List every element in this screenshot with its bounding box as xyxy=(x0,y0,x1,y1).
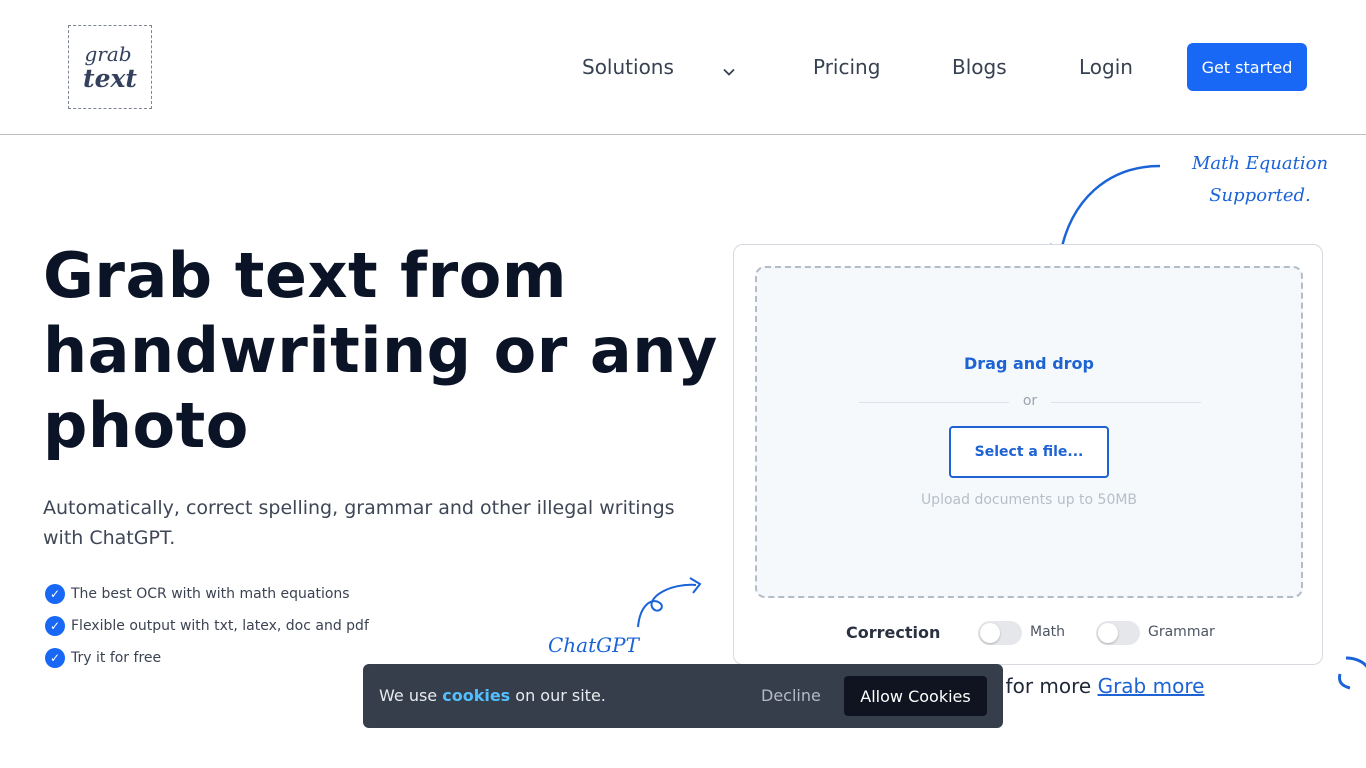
divider-line xyxy=(1051,402,1201,403)
drag-and-drop-label: Drag and drop xyxy=(964,354,1094,373)
select-file-button[interactable]: Select a file... xyxy=(949,426,1109,478)
get-started-button[interactable]: Get started xyxy=(1187,43,1307,91)
or-divider: or xyxy=(859,393,1201,413)
grammar-toggle[interactable] xyxy=(1096,621,1140,645)
upload-card: Drag and drop or Select a file... Upload… xyxy=(733,244,1323,665)
feature-text: Flexible output with txt, latex, doc and… xyxy=(71,618,369,634)
cookie-message: We use cookies on our site. xyxy=(379,686,606,705)
math-note-line1: Math Equation xyxy=(1191,153,1329,174)
nav-blogs[interactable]: Blogs xyxy=(952,0,1007,134)
check-icon: ✓ xyxy=(45,648,65,668)
cookie-suffix: on our site. xyxy=(510,686,606,705)
nav-solutions-label: Solutions xyxy=(582,55,674,79)
check-icon: ✓ xyxy=(45,584,65,604)
math-toggle[interactable] xyxy=(978,621,1022,645)
nav-login[interactable]: Login xyxy=(1079,0,1133,134)
grammar-toggle-label: Grammar xyxy=(1148,624,1215,640)
logo-text-line1: grab xyxy=(84,41,132,66)
allow-cookies-button[interactable]: Allow Cookies xyxy=(844,676,987,716)
cookie-prefix: We use xyxy=(379,686,443,705)
feature-item: ✓ The best OCR with with math equations xyxy=(45,578,369,610)
chevron-down-icon[interactable] xyxy=(722,60,736,76)
nav-pricing[interactable]: Pricing xyxy=(813,0,880,134)
logo[interactable]: grab text xyxy=(68,25,152,109)
decline-button[interactable]: Decline xyxy=(761,686,821,705)
toggle-knob xyxy=(980,623,1000,643)
logo-text-line2: text xyxy=(83,63,137,93)
curved-arrow-icon xyxy=(637,577,702,628)
math-note: Math Equation Supported. xyxy=(1190,148,1330,212)
grab-more-link[interactable]: Grab more xyxy=(1098,674,1205,698)
feature-item: ✓ Try it for free xyxy=(45,642,369,674)
toggle-knob xyxy=(1098,623,1118,643)
grab-more-text: t, for more Grab more xyxy=(985,674,1204,698)
nav-solutions[interactable]: Solutions xyxy=(582,0,736,134)
dropzone[interactable]: Drag and drop or Select a file... Upload… xyxy=(755,266,1303,598)
correction-label: Correction xyxy=(846,623,941,642)
hero-subtitle: Automatically, correct spelling, grammar… xyxy=(43,497,675,549)
feature-item: ✓ Flexible output with txt, latex, doc a… xyxy=(45,610,369,642)
cookies-link[interactable]: cookies xyxy=(442,686,510,705)
site-header: grab text Solutions Pricing Blogs Login … xyxy=(0,0,1366,135)
cookie-banner: We use cookies on our site. Decline Allo… xyxy=(363,664,1003,728)
feature-text: Try it for free xyxy=(71,650,162,666)
check-icon: ✓ xyxy=(45,616,65,636)
correction-options: Correction Math Grammar xyxy=(734,619,1322,647)
or-label: or xyxy=(1022,393,1038,409)
chatgpt-note: ChatGPT xyxy=(548,633,639,657)
feature-list: ✓ The best OCR with with math equations … xyxy=(45,578,369,674)
upload-hint: Upload documents up to 50MB xyxy=(920,492,1138,508)
scribble-icon xyxy=(1338,656,1366,690)
hero-title: Grab text from handwriting or any photo xyxy=(43,239,718,462)
math-toggle-label: Math xyxy=(1030,624,1066,640)
feature-text: The best OCR with with math equations xyxy=(71,586,350,602)
math-note-line2: Supported. xyxy=(1209,185,1311,206)
